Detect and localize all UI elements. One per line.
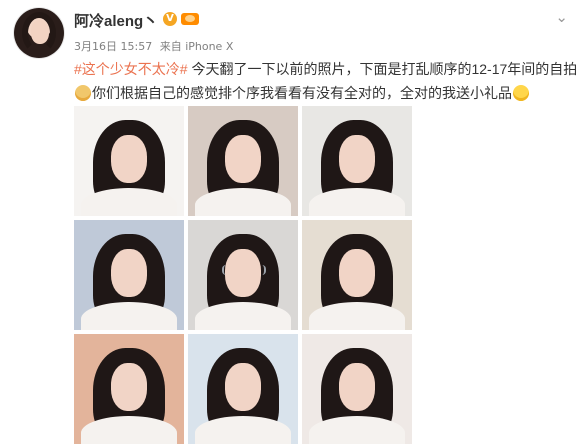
- photo-8-face: [225, 363, 261, 411]
- photo-7-face: [111, 363, 147, 411]
- post-text-part-2: 你们根据自己的感觉排个序我看看有没有全对的，全对的我送小礼品: [92, 85, 512, 101]
- topic-hashtag[interactable]: #这个少女不太冷#: [74, 61, 188, 77]
- photo-3-face: [339, 135, 375, 183]
- photo-7-shoulders: [81, 416, 177, 444]
- photo-2-face: [225, 135, 261, 183]
- avatar-face-shape: [31, 20, 49, 44]
- post-header: 阿冷aleng丶 V ⌄ 3月16日 15:57 来自 iPhone X: [74, 8, 586, 58]
- photo-9-shoulders: [309, 416, 405, 444]
- photo-2[interactable]: [188, 106, 298, 216]
- photo-8-shoulders: [195, 416, 291, 444]
- photo-6-face: [339, 249, 375, 297]
- photo-4[interactable]: [74, 220, 184, 330]
- photo-3[interactable]: [302, 106, 412, 216]
- cat-emoji-icon: [75, 85, 91, 101]
- glasses-icon: [222, 265, 266, 275]
- post-source: 来自 iPhone X: [159, 40, 234, 53]
- photo-8[interactable]: [188, 334, 298, 444]
- photo-4-face: [111, 249, 147, 297]
- photo-9[interactable]: [302, 334, 412, 444]
- user-avatar[interactable]: [14, 8, 64, 58]
- post-meta: 3月16日 15:57 来自 iPhone X: [74, 38, 237, 54]
- photo-2-shoulders: [195, 188, 291, 216]
- user-name[interactable]: 阿冷aleng丶: [74, 10, 158, 31]
- photo-6-shoulders: [309, 302, 405, 330]
- photo-5[interactable]: [188, 220, 298, 330]
- photo-3-shoulders: [309, 188, 405, 216]
- vip-badge-icon: V: [163, 12, 177, 26]
- post-time[interactable]: 3月16日 15:57: [74, 40, 152, 53]
- chevron-down-icon[interactable]: ⌄: [555, 8, 568, 26]
- photo-1[interactable]: [74, 106, 184, 216]
- post-text-part-1: 今天翻了一下以前的照片，下面是打乱顺序的12-17年间的自拍: [187, 61, 578, 77]
- photo-1-shoulders: [81, 188, 177, 216]
- smile-emoji-icon: [513, 85, 529, 101]
- photo-9-face: [339, 363, 375, 411]
- post-content: #这个少女不太冷# 今天翻了一下以前的照片，下面是打乱顺序的12-17年间的自拍…: [74, 57, 580, 105]
- photo-6[interactable]: [302, 220, 412, 330]
- photo-7[interactable]: [74, 334, 184, 444]
- member-badge-icon: [181, 13, 199, 25]
- photo-grid: [74, 106, 412, 444]
- photo-1-face: [111, 135, 147, 183]
- photo-5-shoulders: [195, 302, 291, 330]
- photo-4-shoulders: [81, 302, 177, 330]
